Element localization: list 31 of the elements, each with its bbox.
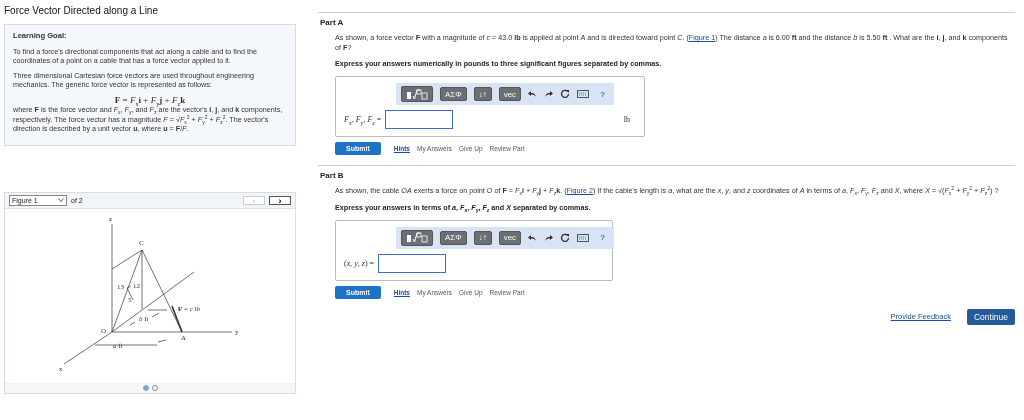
templates-button[interactable] (401, 86, 433, 102)
undo-icon[interactable] (528, 90, 538, 98)
toolbar-button[interactable]: ΑΣΦ (440, 87, 467, 101)
answer-field[interactable] (385, 110, 454, 129)
redo-icon[interactable] (544, 233, 554, 242)
equation: F = F$_{x}$i + F$_{y}$j + F$_{z}$k (113, 95, 187, 105)
toolbar-button[interactable]: vec (498, 87, 522, 101)
next-button[interactable]: › (269, 195, 291, 205)
keyboard-icon[interactable] (577, 233, 590, 242)
toolbar-button[interactable]: ↓↑ (473, 87, 492, 101)
templates-button[interactable] (401, 229, 433, 246)
answer-field[interactable] (378, 253, 447, 273)
chevron-icon (58, 198, 64, 202)
reset-icon[interactable] (560, 232, 571, 243)
unit-label: lb (623, 115, 630, 124)
reset-icon[interactable] (560, 89, 571, 99)
answer-label: (x, y, z) = (344, 258, 375, 268)
page-title: Force Vector Directed along a Line (4, 5, 159, 16)
continue-button[interactable]: Continue (966, 308, 1015, 325)
help-button[interactable]: ? (596, 233, 609, 242)
help-button[interactable]: ? (596, 89, 609, 99)
keyboard-icon[interactable] (577, 90, 590, 98)
part-title: Part B (320, 171, 345, 180)
toolbar-button[interactable]: ↓↑ (473, 230, 492, 245)
answer-label: F$_{x}$, F$_{y}$, F$_{z}$ = (344, 115, 382, 124)
undo-icon[interactable] (528, 233, 538, 242)
page-dot[interactable] (142, 385, 149, 391)
part-title: Part A (320, 18, 345, 27)
toolbar-button[interactable]: vec (498, 230, 522, 245)
toolbar-button[interactable]: ΑΣΦ (440, 230, 467, 245)
redo-icon[interactable] (544, 90, 554, 98)
